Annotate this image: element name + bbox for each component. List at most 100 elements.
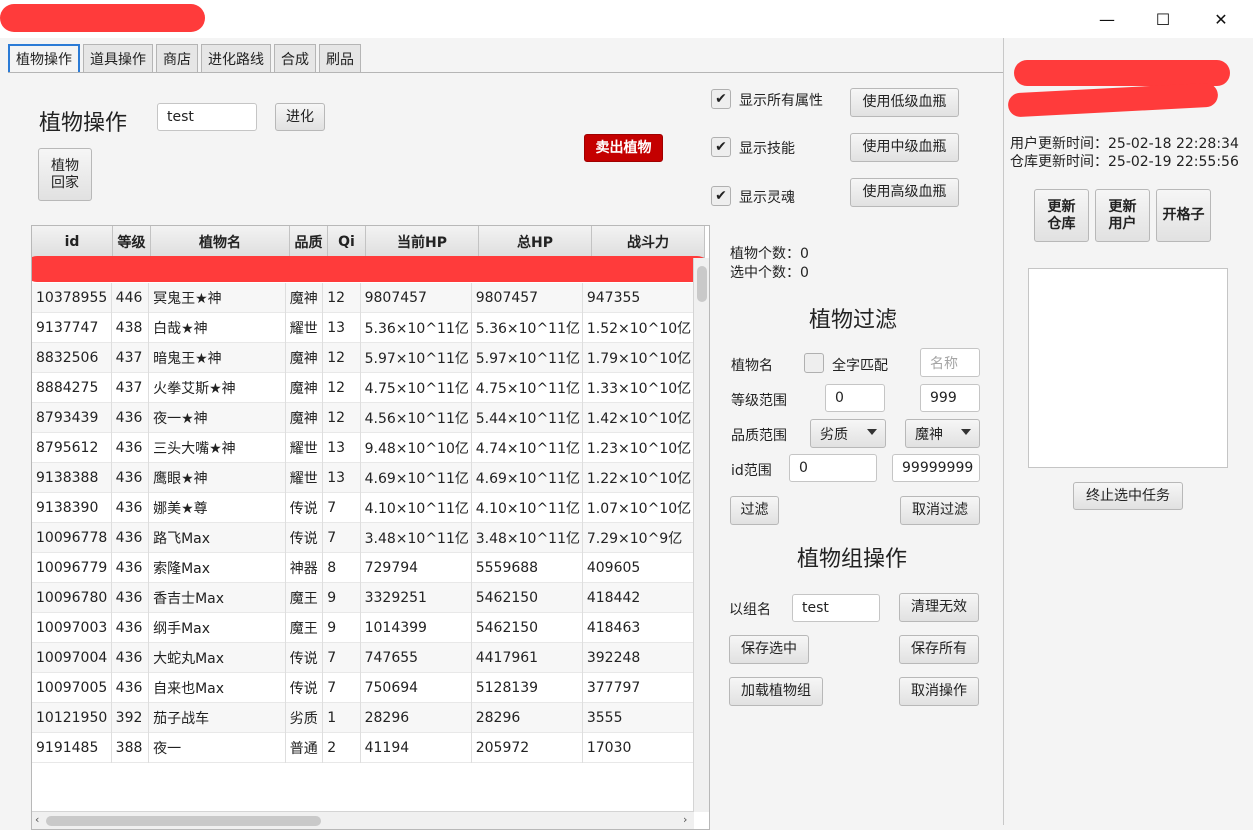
open-slot-button[interactable]: 开格子 [1156,189,1211,242]
col-total-hp[interactable]: 总HP [479,226,592,258]
tab-refresh[interactable]: 刷品 [319,44,361,72]
id-min-input[interactable]: 0 [789,454,877,482]
filter-name-label: 植物名 [731,358,773,374]
minimize-icon[interactable]: — [1078,0,1136,38]
table-row[interactable]: 9191485 388 夜一 普通 2 41194 205972 17030 [32,733,694,763]
redacted-user-name [1007,82,1219,118]
vertical-scroll-thumb[interactable] [697,266,707,302]
col-quality[interactable]: 品质 [290,226,328,258]
table-row[interactable]: 8832506 437 暗鬼王★神 魔神 12 5.97×10^11亿 5.97×10^11… [32,343,694,373]
stop-selected-task-button[interactable]: 终止选中任务 [1073,482,1183,510]
high-potion-button[interactable]: 使用高级血瓶 [850,178,959,207]
update-warehouse-button[interactable]: 更新 仓库 [1034,189,1089,242]
cell-quality: 魔王 [286,613,324,643]
table-row[interactable]: 9138390 436 娜美★尊 传说 7 4.10×10^11亿 4.10×10^11亿 1… [32,493,694,523]
cell-id: 8832506 [32,343,112,373]
cell-current-hp: 4.10×10^11亿 [361,493,472,523]
scroll-right-icon[interactable]: › [683,813,687,826]
low-potion-button[interactable]: 使用低级血瓶 [850,88,959,117]
cell-name: 鹰眼★神 [149,463,286,493]
horizontal-scrollbar[interactable]: ‹ › [32,811,694,829]
table-row[interactable]: 10097004 436 大蛇丸Max 传说 7 747655 4417961 392248 [32,643,694,673]
level-range-label: 等级范围 [731,393,787,409]
cell-level: 437 [112,373,150,403]
task-list[interactable] [1028,268,1228,468]
tab-synthesis[interactable]: 合成 [274,44,316,72]
return-home-button[interactable]: 植物 回家 [38,148,92,201]
cell-id: 10121950 [32,703,112,733]
redacted-user-id [1014,60,1230,86]
sell-plant-button[interactable]: 卖出植物 [584,134,663,162]
col-level[interactable]: 等级 [113,226,151,258]
cell-qi: 7 [323,523,361,553]
group-name-input[interactable]: test [792,594,880,622]
save-all-button[interactable]: 保存所有 [899,635,979,664]
table-row[interactable]: 10097005 436 自来也Max 传说 7 750694 5128139 377797 [32,673,694,703]
cell-quality: 耀世 [286,433,324,463]
tab-evolution[interactable]: 进化路线 [201,44,271,72]
cell-name: 三头大嘴★神 [149,433,286,463]
clean-invalid-button[interactable]: 清理无效 [899,593,979,622]
evolve-button[interactable]: 进化 [275,103,325,131]
show-skills-checkbox[interactable]: ✔ [711,137,731,157]
cell-power: 1.23×10^10亿 [583,433,694,463]
table-row[interactable]: 8884275 437 火拳艾斯★神 魔神 12 4.75×10^11亿 4.75×10^1… [32,373,694,403]
cell-current-hp: 5.97×10^11亿 [361,343,472,373]
table-row[interactable]: 10097003 436 纲手Max 魔王 9 1014399 5462150 418463 [32,613,694,643]
col-current-hp[interactable]: 当前HP [366,226,479,258]
scroll-left-icon[interactable]: ‹ [35,813,39,826]
cell-current-hp: 4.56×10^11亿 [361,403,472,433]
tab-plant-ops[interactable]: 植物操作 [8,44,80,72]
show-skills-label: 显示技能 [739,141,795,157]
close-icon[interactable]: ✕ [1192,0,1250,38]
col-id[interactable]: id [32,226,113,258]
cell-level: 437 [112,343,150,373]
table-row[interactable]: 8793439 436 夜一★神 魔神 12 4.56×10^11亿 5.44×10^11亿… [32,403,694,433]
level-max-input[interactable]: 999 [920,384,980,412]
filter-name-input[interactable]: 名称 [920,348,980,377]
cell-power: 418463 [583,613,694,643]
cell-id: 10096778 [32,523,112,553]
cell-quality: 传说 [286,643,324,673]
exact-match-checkbox[interactable] [804,353,824,373]
maximize-icon[interactable]: ☐ [1134,0,1192,38]
cell-level: 436 [112,673,150,703]
load-group-button[interactable]: 加载植物组 [729,677,823,706]
table-row[interactable]: 8795612 436 三头大嘴★神 耀世 13 9.48×10^10亿 4.74×10^1… [32,433,694,463]
cell-name: 夜一 [149,733,286,763]
col-power[interactable]: 战斗力 [592,226,705,258]
id-max-input[interactable]: 99999999 [892,454,980,482]
show-soul-checkbox[interactable]: ✔ [711,186,731,206]
table-row[interactable]: 10096778 436 路飞Max 传说 7 3.48×10^11亿 3.48×10^11… [32,523,694,553]
show-all-attr-checkbox[interactable]: ✔ [711,89,731,109]
cancel-filter-button[interactable]: 取消过滤 [900,496,980,525]
cell-power: 418442 [583,583,694,613]
col-qi[interactable]: Qi [328,226,366,258]
table-row[interactable]: 10096779 436 索隆Max 神器 8 729794 5559688 409605 [32,553,694,583]
tab-item-ops[interactable]: 道具操作 [83,44,153,72]
cancel-operation-button[interactable]: 取消操作 [899,677,979,706]
cell-name: 暗鬼王★神 [149,343,286,373]
cell-id: 9138390 [32,493,112,523]
quality-min-select[interactable]: 劣质 [810,419,886,448]
cell-current-hp: 1014399 [361,613,472,643]
mid-potion-button[interactable]: 使用中级血瓶 [850,133,959,162]
update-user-button[interactable]: 更新 用户 [1095,189,1150,242]
table-row[interactable]: 9138388 436 鹰眼★神 耀世 13 4.69×10^11亿 4.69×10^11亿… [32,463,694,493]
table-row[interactable]: 9137747 438 白哉★神 耀世 13 5.36×10^11亿 5.36×10^11亿… [32,313,694,343]
table-row[interactable]: 10121950 392 茄子战车 劣质 1 28296 28296 3555 [32,703,694,733]
quality-max-select[interactable]: 魔神 [905,419,980,448]
cell-level: 436 [112,463,150,493]
col-name[interactable]: 植物名 [151,226,290,258]
tab-shop[interactable]: 商店 [156,44,198,72]
table-row[interactable]: 10378955 446 冥鬼王★神 魔神 12 9807457 9807457 947355 [32,283,694,313]
table-row[interactable]: 10096780 436 香吉士Max 魔王 9 3329251 5462150 418442 [32,583,694,613]
cell-name: 茄子战车 [149,703,286,733]
plant-count: 植物个数：0 [730,246,809,262]
cell-id: 10378955 [32,283,112,313]
filter-button[interactable]: 过滤 [730,496,779,525]
plant-name-input[interactable]: test [157,103,257,131]
save-selected-button[interactable]: 保存选中 [729,635,809,664]
level-min-input[interactable]: 0 [825,384,885,412]
vertical-scrollbar[interactable] [693,258,709,812]
